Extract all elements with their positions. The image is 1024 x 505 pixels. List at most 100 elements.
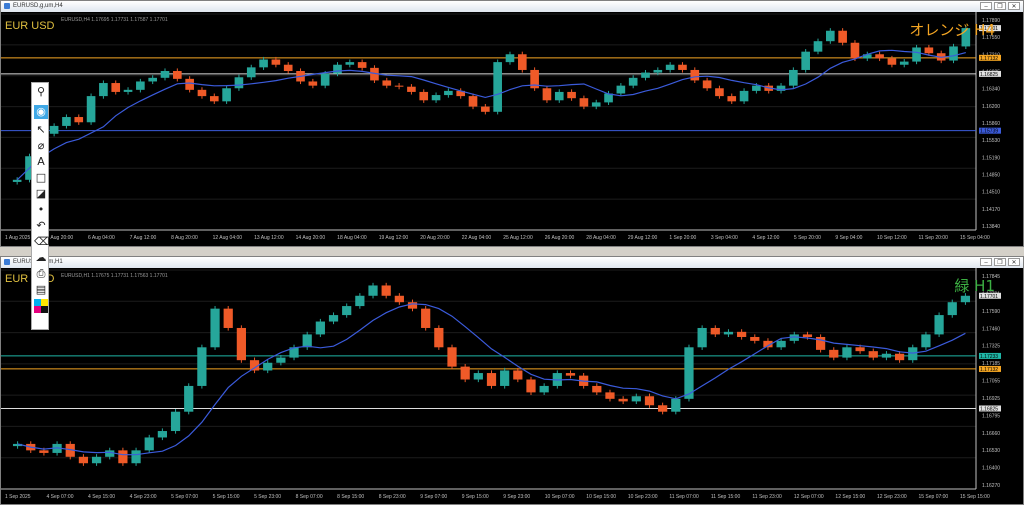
- candle-body: [315, 321, 325, 335]
- candle-body: [368, 285, 378, 296]
- candle-body: [960, 295, 971, 303]
- time-tick-label: 7 Aug 12:00: [130, 235, 157, 241]
- time-tick-label: 9 Sep 23:00: [503, 494, 530, 500]
- price-tick-label: 1.15530: [982, 138, 1000, 144]
- close-button[interactable]: ✕: [1008, 258, 1020, 266]
- candle-body: [752, 85, 761, 91]
- clipboard-icon[interactable]: ▤: [34, 283, 48, 297]
- candle-body: [434, 327, 444, 348]
- candle-body: [320, 73, 330, 86]
- time-tick-label: 8 Sep 15:00: [337, 494, 364, 500]
- candle-body: [173, 71, 182, 79]
- price-tick-label: 1.17460: [982, 326, 1000, 332]
- time-tick-label: 8 Sep 23:00: [379, 494, 406, 500]
- price-tick-label: 1.14850: [982, 173, 1000, 179]
- candle-body: [616, 85, 626, 94]
- undo-icon[interactable]: ↶: [34, 219, 48, 233]
- cursor-icon[interactable]: ↖: [34, 123, 48, 137]
- chart-window-icon: [4, 259, 10, 265]
- price-tick-label: 1.16340: [982, 87, 1000, 93]
- price-tick-label: 1.15190: [982, 155, 1000, 161]
- candle-body: [308, 81, 318, 86]
- time-tick-label: 12 Sep 07:00: [794, 494, 824, 500]
- chart-plot-h4[interactable]: 1.178901.175501.172101.168251.163401.162…: [1, 12, 1024, 244]
- candle-body: [246, 67, 256, 78]
- candle-body: [813, 41, 823, 52]
- candle-body: [184, 385, 194, 412]
- time-tick-label: 11 Sep 07:00: [669, 494, 699, 500]
- minimize-button[interactable]: –: [980, 2, 992, 10]
- crosshair-icon[interactable]: ⌀: [34, 139, 48, 153]
- chart-window-h1[interactable]: EURUSD,g,um,H1 – ❐ ✕ 1.178451.177011.175…: [0, 256, 1024, 505]
- time-tick-label: 18 Aug 04:00: [337, 235, 367, 241]
- chart-window-h4[interactable]: EURUSD,g,um,H4 – ❐ ✕ 1.178901.175501.172…: [0, 0, 1024, 247]
- restore-button[interactable]: ❐: [994, 258, 1006, 266]
- price-tick-label: 1.16200: [982, 104, 1000, 110]
- candle-body: [665, 64, 675, 70]
- candle-body: [671, 398, 681, 412]
- time-tick-label: 28 Aug 04:00: [586, 235, 616, 241]
- window-titlebar[interactable]: EURUSD,g,um,H1 – ❐ ✕: [1, 257, 1023, 268]
- time-tick-label: 22 Aug 04:00: [462, 235, 492, 241]
- time-tick-label: 4 Aug 20:00: [47, 235, 74, 241]
- candle-body: [419, 91, 429, 101]
- candle-body: [12, 179, 22, 182]
- drawing-toolbar: ⚲ ◉ ↖ ⌀ A □ ◪ • ↶ ⌫ ☁ ⎙ ▤: [31, 82, 50, 330]
- chart-label-orange: オレンジ H4: [909, 21, 995, 39]
- chart-label-green: 緑 H1: [954, 277, 995, 295]
- time-tick-label: 12 Sep 23:00: [877, 494, 907, 500]
- chart-window-icon: [4, 3, 10, 9]
- candle-body: [481, 106, 490, 112]
- candle-body: [539, 385, 549, 393]
- minimize-button[interactable]: –: [980, 258, 992, 266]
- candle-body: [697, 327, 707, 348]
- price-tick-label: 1.17055: [982, 379, 1000, 385]
- time-tick-label: 25 Aug 12:00: [503, 235, 533, 241]
- time-tick-label: 5 Sep 23:00: [254, 494, 281, 500]
- cloud-icon[interactable]: ☁: [34, 251, 48, 265]
- text-icon[interactable]: A: [34, 155, 48, 169]
- restore-button[interactable]: ❐: [994, 2, 1006, 10]
- candle-body: [739, 90, 749, 102]
- candle-body: [868, 351, 878, 358]
- time-tick-label: 10 Sep 07:00: [545, 494, 575, 500]
- candle-body: [801, 51, 810, 70]
- trash-icon[interactable]: ⌫: [34, 235, 50, 249]
- color-palette-icon[interactable]: [34, 299, 48, 313]
- candle-body: [382, 80, 392, 86]
- candle-body: [99, 83, 108, 97]
- candle-body: [618, 398, 628, 402]
- candle-body: [234, 77, 244, 89]
- candle-body: [644, 396, 655, 406]
- candle-body: [776, 340, 786, 348]
- candle-body: [934, 315, 944, 335]
- pin-icon[interactable]: ⚲: [34, 85, 48, 99]
- ohlc-readout: EURUSD,H4 1.17695 1.17731 1.17587 1.1770…: [61, 17, 168, 23]
- candle-body: [328, 315, 339, 322]
- ruler-icon[interactable]: ◪: [34, 187, 48, 201]
- time-tick-label: 9 Sep 15:00: [462, 494, 489, 500]
- candle-body: [605, 392, 615, 399]
- candle-body: [157, 431, 167, 438]
- close-button[interactable]: ✕: [1008, 2, 1020, 10]
- window-titlebar[interactable]: EURUSD,g,um,H4 – ❐ ✕: [1, 1, 1023, 12]
- time-tick-label: 11 Sep 15:00: [711, 494, 741, 500]
- candle-body: [468, 96, 478, 107]
- chart-plot-h1[interactable]: 1.178451.177011.175901.174601.173251.171…: [1, 268, 1024, 500]
- time-tick-label: 15 Sep 07:00: [918, 494, 948, 500]
- candle-body: [447, 347, 457, 367]
- price-tick-label: 1.17325: [982, 344, 1000, 350]
- rectangle-icon[interactable]: □: [34, 171, 48, 185]
- time-tick-label: 15 Sep 04:00: [960, 235, 990, 241]
- price-tag-label: 1.17233: [980, 354, 998, 360]
- dot-icon[interactable]: •: [34, 203, 48, 217]
- candle-body: [842, 347, 852, 358]
- candle-body: [826, 30, 835, 42]
- eye-icon[interactable]: ◉: [34, 105, 48, 119]
- candle-body: [111, 83, 121, 92]
- camera-icon[interactable]: ⎙: [34, 267, 48, 281]
- candle-body: [283, 64, 293, 72]
- candle-body: [394, 295, 404, 303]
- candle-body: [542, 88, 552, 101]
- candle-body: [136, 81, 145, 90]
